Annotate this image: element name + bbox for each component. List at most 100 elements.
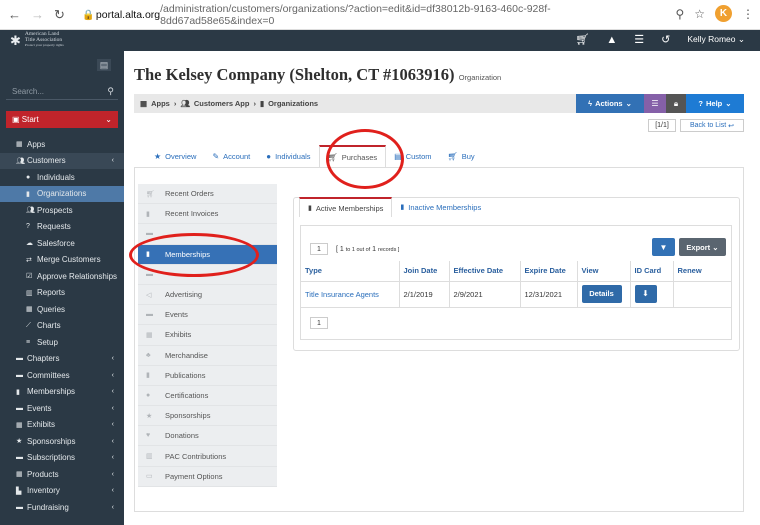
building-icon: ▮ [26,190,30,198]
tasks-icon[interactable]: ☰ [634,33,644,46]
page-number-input[interactable]: 1 [310,243,328,255]
sidebar-item-setup[interactable]: ≡ Setup [0,334,124,351]
actions-button[interactable]: ϟ Actions ⌄ [576,94,644,113]
tab-inactive-memberships[interactable]: ▮ Inactive Memberships [392,197,489,217]
profile-avatar[interactable]: K [715,5,732,22]
sidebar-item-salesforce[interactable]: ☁ Salesforce [0,235,124,252]
inventory-icon: ▙ [16,487,22,495]
column-header: Renew [673,261,731,282]
sidebar-item-products[interactable]: ▦ Products ‹ [0,466,124,483]
export-button[interactable]: Export ⌄ [679,238,726,256]
tab-overview[interactable]: ★ Overview [146,145,204,167]
sidebar-item-queries[interactable]: ▦ Queries [0,301,124,318]
sidebar-item-exhibits[interactable]: ▦ Exhibits ‹ [0,417,124,434]
nav-merchandise[interactable]: ♣ Merchandise [138,345,277,366]
sidebar-item-inventory[interactable]: ▙ Inventory ‹ [0,483,124,500]
download-id-card-button[interactable]: ⬇ [634,285,657,303]
column-header[interactable]: Expire Date [520,261,578,282]
sidebar-item-subscriptions[interactable]: ▬ Subscriptions ‹ [0,450,124,467]
nav-label: Certifications [165,390,209,400]
address-bar[interactable]: 🔒 portal.alta.org/administration/custome… [82,3,662,27]
membership-type-link[interactable]: Title Insurance Agents [301,281,400,308]
tab-account[interactable]: ✎ Account [204,145,258,167]
eagle-logo-icon: ✱ [10,32,21,48]
sidebar-item-requests[interactable]: ? Requests [0,219,124,236]
cart-icon: 🛒︎ [447,151,458,161]
search-icon[interactable]: ⚲ [107,86,114,97]
sidebar-item-approve-relationships[interactable]: ☑ Approve Relationships [0,268,124,285]
nav-publications[interactable]: ▮ Publications [138,365,277,386]
breadcrumb-customers-app[interactable]: Customers App [194,99,250,108]
sidebar-item-charts[interactable]: ⟋ Charts [0,318,124,335]
sidebar-item-prospects[interactable]: 👥︎ Prospects [0,202,124,219]
nav-label: Sponsorships [165,411,211,421]
tab-buy[interactable]: 🛒︎ Buy [440,145,483,167]
sidebar-search[interactable]: Search... ⚲ [6,83,118,100]
sidebar-item-label: Queries [37,304,66,314]
nav-events[interactable]: ▬ Events [138,305,277,326]
nav-recent-invoices[interactable]: ▮ Recent Invoices [138,204,277,225]
nav-recent-orders[interactable]: 🛒︎ Recent Orders [138,184,277,205]
nav-pac-contributions[interactable]: ▥ PAC Contributions [138,446,277,467]
nav-sponsorships[interactable]: ★ Sponsorships [138,406,277,427]
edit-icon: ✎ [212,151,220,161]
tab-individuals[interactable]: ● Individuals [258,145,318,167]
filter-button[interactable]: ▼ [652,238,675,256]
back-to-list-button[interactable]: Back to List ↩ [680,119,744,132]
back-icon[interactable]: ← [8,7,21,23]
cloud-icon: ☁ [26,240,33,248]
help-button[interactable]: ? Help ⌄ [686,94,744,113]
sidebar-item-fundraising[interactable]: ▬ Fundraising ‹ [0,499,124,516]
nav-payment-options[interactable]: ▭ Payment Options [138,466,277,487]
history-icon[interactable]: ↺ [661,33,670,46]
sidebar-item-memberships[interactable]: ▮ Memberships ‹ [0,384,124,401]
column-header[interactable]: Type [301,261,400,282]
sidebar-item-apps[interactable]: ▦ Apps [0,136,124,153]
sidebar-item-events[interactable]: ▬ Events ‹ [0,400,124,417]
breadcrumb-organizations[interactable]: Organizations [268,99,318,108]
lock-icon: 🔒 [82,9,95,21]
sidebar-toggle-icon[interactable]: ▤ [97,59,111,71]
fundraising-icon: ▬ [16,503,23,511]
start-menu[interactable]: ▣ Start ⌄ [6,111,118,128]
column-header[interactable]: Join Date [399,261,450,282]
nav-label: Events [165,310,188,320]
sidebar-item-label: Inventory [27,486,60,496]
bookmark-star-icon[interactable]: ☆ [694,7,705,21]
sidebar-item-merge-customers[interactable]: ⇄ Merge Customers [0,252,124,269]
zoom-icon[interactable]: ⚲ [675,7,684,21]
id-card-cell: ⬇ [630,281,674,308]
nav-advertising[interactable]: ◁ Advertising [138,284,277,306]
invoice-icon: ▮ [146,210,150,218]
menu-kebab-icon[interactable]: ⋮ [742,7,754,21]
nav-exhibits[interactable]: ▦ Exhibits [138,325,277,346]
column-header[interactable]: Effective Date [449,261,521,282]
lock-button[interactable]: 🔒︎ [666,94,686,113]
nav-donations[interactable]: ♥ Donations [138,426,277,447]
sidebar-item-organizations[interactable]: ▮ Organizations [0,185,124,202]
sidebar-item-reports[interactable]: ▥ Reports [0,285,124,302]
actions-label: Actions [595,99,623,108]
user-menu[interactable]: Kelly Romeo ⌄ [687,34,745,45]
chevron-left-icon: ‹ [111,388,114,396]
breadcrumb-apps[interactable]: Apps [151,99,170,108]
nav-certifications[interactable]: ● Certifications [138,385,277,407]
question-icon: ? [26,223,30,231]
sidebar-item-individuals[interactable]: ● Individuals [0,169,124,186]
reload-icon[interactable]: ↻ [54,7,65,23]
sidebar-item-sponsorships[interactable]: ★ Sponsorships ‹ [0,433,124,450]
alta-logo[interactable]: ✱ American Land Title Association Protec… [10,32,120,49]
details-button[interactable]: Details [581,285,622,303]
forward-icon[interactable]: → [31,7,44,23]
sidebar-item-chapters[interactable]: ▬ Chapters ‹ [0,351,124,368]
cart-icon[interactable]: 🛒︎ [575,33,589,46]
sidebar-item-label: Events [27,403,52,413]
sidebar-item-committees[interactable]: ▬ Committees ‹ [0,367,124,384]
star-icon: ★ [16,438,23,446]
page-number-input-bottom[interactable]: 1 [310,317,328,329]
sidebar-item-customers[interactable]: 👥︎ Customers ‹ [0,152,124,169]
sidebar-search-input[interactable]: Search... [12,87,44,96]
list-view-button[interactable]: ☰ [644,94,666,113]
tab-active-memberships[interactable]: ▮ Active Memberships [299,197,393,217]
warning-icon[interactable]: ▲ [606,34,617,46]
